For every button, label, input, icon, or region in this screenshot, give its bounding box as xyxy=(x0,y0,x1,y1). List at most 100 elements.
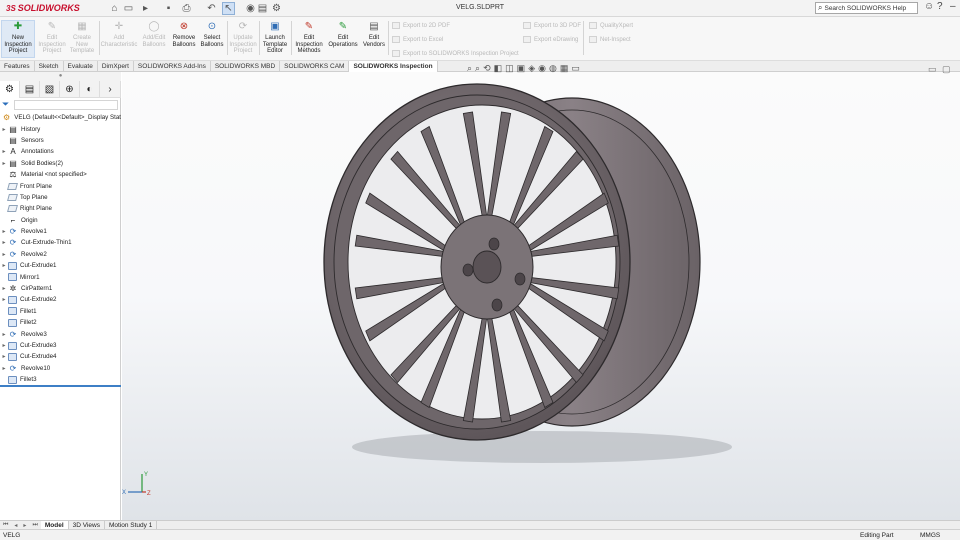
filter-field[interactable] xyxy=(14,100,118,110)
tree-item-origin[interactable]: ⌐ Origin xyxy=(0,215,121,226)
edit-inspection-methods-button[interactable]: ✎ Edit Inspection Methods xyxy=(293,21,325,55)
account-icon[interactable]: ☺ xyxy=(924,1,934,12)
tab-solidworks-cam[interactable]: SOLIDWORKS CAM xyxy=(280,61,350,72)
qualityxpert-item[interactable]: QualityXpert xyxy=(589,22,633,29)
tree-item-cut-extrude1[interactable]: ▸ Cut-Extrude1 xyxy=(0,260,121,271)
tree-item-history[interactable]: ▸ ▤ History xyxy=(0,123,121,134)
previous-view-icon[interactable]: ⟲ xyxy=(483,63,491,74)
nav-last-icon[interactable]: ⏭ xyxy=(29,522,40,529)
export-inspection-project-item[interactable]: Export to SOLIDWORKS Inspection Project xyxy=(392,50,519,57)
expand-arrow-icon[interactable]: ▸ xyxy=(0,251,8,258)
export-3d-pdf-item[interactable]: Export to 3D PDF xyxy=(523,22,581,29)
expand-arrow-icon[interactable]: ▸ xyxy=(0,331,8,338)
expand-arrow-icon[interactable]: ▸ xyxy=(0,160,8,167)
nav-prev-icon[interactable]: ◂ xyxy=(11,522,20,529)
tree-item-fillet1[interactable]: Fillet1 xyxy=(0,306,121,317)
tree-item-cut-extrude3[interactable]: ▸ Cut-Extrude3 xyxy=(0,340,121,351)
expand-window-icon[interactable]: ▢ xyxy=(942,64,951,75)
expand-arrow-icon[interactable]: ▸ xyxy=(0,353,8,360)
feature-manager-tab-icon[interactable]: ⚙ xyxy=(0,81,20,98)
tree-item-sensors[interactable]: ▤ Sensors xyxy=(0,135,121,146)
edit-vendors-button[interactable]: ▤ Edit Vendors xyxy=(361,21,387,48)
configuration-manager-tab-icon[interactable]: ▧ xyxy=(40,81,60,98)
remove-balloons-button[interactable]: ⊗ Remove Balloons xyxy=(170,21,198,48)
zoom-area-icon[interactable]: ⌕ xyxy=(475,63,480,74)
add-edit-balloons-button[interactable]: ◯ Add/Edit Balloons xyxy=(140,21,168,48)
tree-root-part[interactable]: ⚙ VELG (Default<<Default>_Display Stat xyxy=(0,112,121,123)
tree-item-revolve10[interactable]: ▸ ⟳ Revolve10 xyxy=(0,363,121,374)
tree-item-revolve2[interactable]: ▸ ⟳ Revolve2 xyxy=(0,249,121,260)
tab-dimxpert[interactable]: DimXpert xyxy=(98,61,134,72)
tab-evaluate[interactable]: Evaluate xyxy=(64,61,98,72)
expand-arrow-icon[interactable]: ▸ xyxy=(0,126,8,133)
expand-arrow-icon[interactable]: ▸ xyxy=(0,239,8,246)
wheel-model[interactable]: X Y Z xyxy=(122,72,960,520)
tree-item-fillet3[interactable]: Fillet3 xyxy=(0,374,121,385)
update-inspection-project-button[interactable]: ⟳ Update Inspection Project xyxy=(229,21,257,55)
more-tabs-icon[interactable]: › xyxy=(100,81,121,98)
nav-next-icon[interactable]: ▸ xyxy=(20,522,29,529)
filter-icon[interactable]: ⏷ xyxy=(2,99,9,110)
tree-item-cut-extrude2[interactable]: ▸ Cut-Extrude2 xyxy=(0,294,121,305)
select-balloons-button[interactable]: ⊙ Select Balloons xyxy=(198,21,226,48)
tree-item-revolve1[interactable]: ▸ ⟳ Revolve1 xyxy=(0,226,121,237)
display-manager-tab-icon[interactable]: ◐ xyxy=(80,81,100,98)
tree-item-front-plane[interactable]: Front Plane xyxy=(0,180,121,191)
tree-item-material-not-specified[interactable]: ⚖ Material <not specified> xyxy=(0,169,121,180)
tab-features[interactable]: Features xyxy=(0,61,35,72)
dynamic-annotation-icon[interactable]: ◫ xyxy=(505,63,514,74)
tab-solidworks-add-ins[interactable]: SOLIDWORKS Add-Ins xyxy=(134,61,211,72)
tree-item-top-plane[interactable]: Top Plane xyxy=(0,192,121,203)
hide-show-items-icon[interactable]: ◉ xyxy=(538,63,546,74)
expand-arrow-icon[interactable]: ▸ xyxy=(0,296,8,303)
zoom-to-fit-icon[interactable]: ⌕ xyxy=(467,63,472,74)
help-icon[interactable]: ? xyxy=(937,1,943,12)
create-new-template-button[interactable]: ▦ Create New Template xyxy=(68,21,96,55)
graphics-area[interactable]: X Y Z xyxy=(122,72,960,520)
net-inspect-item[interactable]: Net-Inspect xyxy=(589,36,631,43)
expand-arrow-icon[interactable]: ▸ xyxy=(0,228,8,235)
status-units[interactable]: MMGS xyxy=(920,532,940,539)
add-characteristic-button[interactable]: ✛ Add Characteristic xyxy=(101,21,138,48)
section-view-icon[interactable]: ◧ xyxy=(494,63,503,74)
edit-operations-button[interactable]: ✎ Edit Operations xyxy=(327,21,359,48)
expand-arrow-icon[interactable]: ▸ xyxy=(0,365,8,372)
search-help-field[interactable]: ⌕ Search SOLIDWORKS Help xyxy=(815,2,918,14)
tab-sketch[interactable]: Sketch xyxy=(35,61,64,72)
tree-item-annotations[interactable]: ▸ A Annotations xyxy=(0,146,121,157)
nav-first-icon[interactable]: ⏮ xyxy=(0,522,11,529)
tab-solidworks-mbd[interactable]: SOLIDWORKS MBD xyxy=(211,61,281,72)
expand-arrow-icon[interactable]: ▸ xyxy=(0,148,8,155)
expand-arrow-icon[interactable]: ▸ xyxy=(0,285,8,292)
tab-solidworks-inspection[interactable]: SOLIDWORKS Inspection xyxy=(349,61,438,72)
restore-window-icon[interactable]: ▭ xyxy=(928,64,937,75)
tree-item-cirpattern1[interactable]: ▸ ✲ CirPattern1 xyxy=(0,283,121,294)
edit-appearance-icon[interactable]: ◍ xyxy=(549,63,557,74)
property-manager-tab-icon[interactable]: ▤ xyxy=(20,81,40,98)
tree-item-fillet2[interactable]: Fillet2 xyxy=(0,317,121,328)
dimxpert-manager-tab-icon[interactable]: ⊕ xyxy=(60,81,80,98)
tree-item-cut-extrude4[interactable]: ▸ Cut-Extrude4 xyxy=(0,351,121,362)
cmd-label: Edit Inspection Project xyxy=(38,35,66,54)
rollback-bar[interactable] xyxy=(0,385,121,387)
expand-arrow-icon[interactable]: ▸ xyxy=(0,342,8,349)
tree-item-solid-bodies-2[interactable]: ▸ ▤ Solid Bodies(2) xyxy=(0,158,121,169)
minimize-icon[interactable]: – xyxy=(950,1,956,12)
new-inspection-project-button[interactable]: ✚ New Inspection Project xyxy=(1,20,35,58)
export-excel-item[interactable]: Export to Excel xyxy=(392,36,443,43)
tree-item-revolve3[interactable]: ▸ ⟳ Revolve3 xyxy=(0,328,121,339)
launch-template-editor-button[interactable]: ▣ Launch Template Editor xyxy=(261,21,289,55)
tree-item-label: Front Plane xyxy=(20,182,52,190)
view-orientation-icon[interactable]: ▣ xyxy=(517,63,526,74)
tree-item-mirror1[interactable]: Mirror1 xyxy=(0,271,121,282)
panel-grip[interactable]: ● xyxy=(0,72,121,81)
view-settings-icon[interactable]: ▭ xyxy=(571,63,580,74)
export-edrawing-item[interactable]: Export eDrawing xyxy=(523,36,578,43)
display-style-icon[interactable]: ◈ xyxy=(528,63,535,74)
tree-item-cut-extrude-thin1[interactable]: ▸ ⟳ Cut-Extrude-Thin1 xyxy=(0,237,121,248)
apply-scene-icon[interactable]: ▦ xyxy=(560,63,569,74)
export-2d-pdf-item[interactable]: Export to 2D PDF xyxy=(392,22,450,29)
expand-arrow-icon[interactable]: ▸ xyxy=(0,262,8,269)
edit-inspection-project-button[interactable]: ✎ Edit Inspection Project xyxy=(38,21,66,55)
tree-item-right-plane[interactable]: Right Plane xyxy=(0,203,121,214)
